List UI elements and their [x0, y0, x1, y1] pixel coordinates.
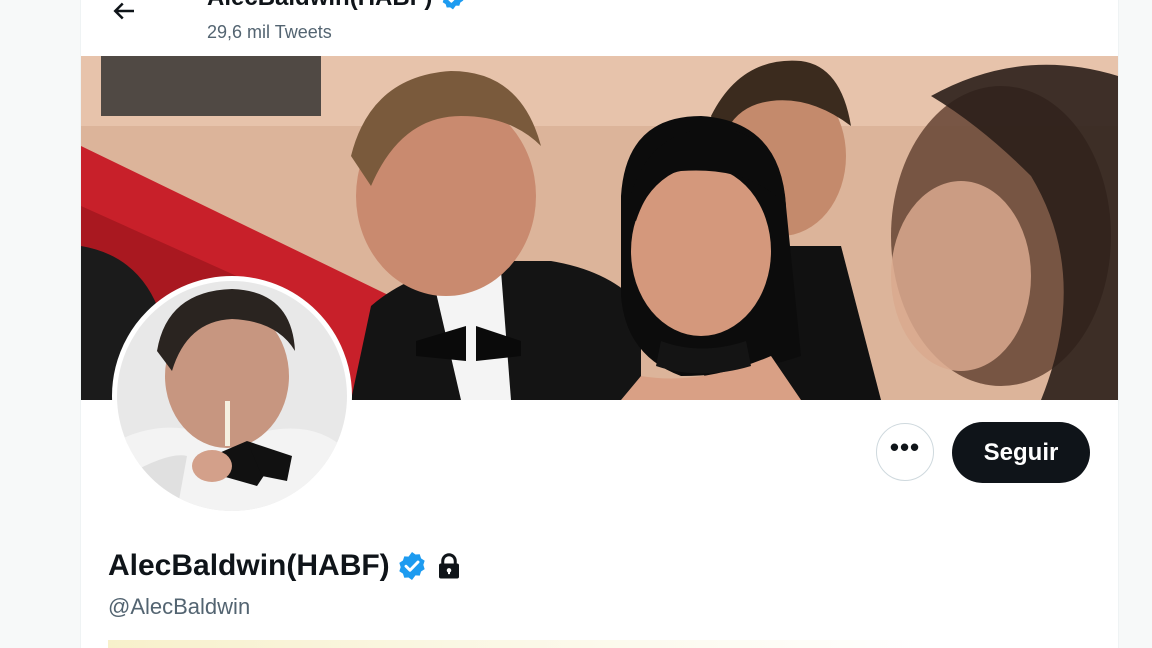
header-title: AlecBaldwin(HABF) — [207, 0, 466, 12]
tweet-count: 29,6 mil Tweets — [207, 22, 332, 42]
follow-button[interactable]: Seguir — [952, 422, 1090, 483]
profile-handle: @AlecBaldwin — [108, 594, 251, 619]
header-name-text: AlecBaldwin(HABF) — [207, 0, 432, 12]
more-icon: ••• — [889, 432, 921, 462]
arrow-left-icon — [109, 0, 139, 26]
bio-preview — [108, 640, 928, 648]
avatar[interactable] — [112, 276, 352, 516]
profile-header: AlecBaldwin(HABF) 29,6 mil Tweets — [81, 0, 1118, 56]
profile-column: AlecBaldwin(HABF) 29,6 mil Tweets — [80, 0, 1119, 648]
back-button[interactable] — [105, 0, 143, 30]
more-options-button[interactable]: ••• — [876, 423, 934, 481]
verified-badge-icon — [396, 550, 428, 582]
profile-name-text: AlecBaldwin(HABF) — [108, 549, 390, 582]
profile-name: AlecBaldwin(HABF) — [108, 549, 464, 583]
lock-icon — [434, 551, 464, 581]
profile-photo — [117, 281, 347, 511]
verified-badge-icon — [440, 0, 466, 11]
